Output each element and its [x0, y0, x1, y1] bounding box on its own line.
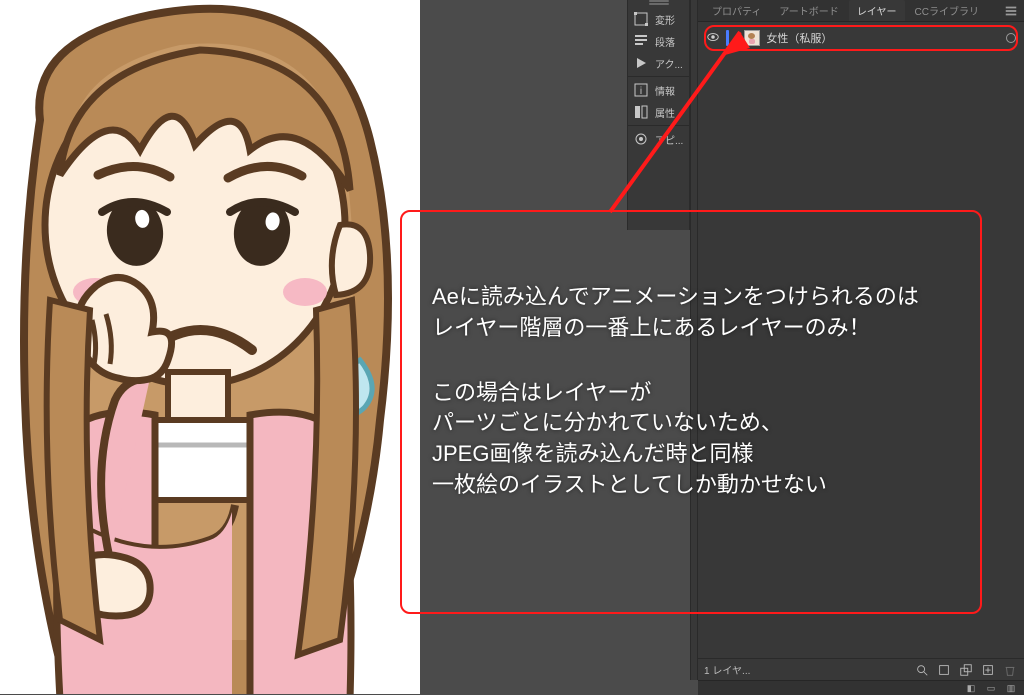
expand-caret-icon[interactable]: ›	[735, 33, 738, 44]
tab-cclibraries[interactable]: CCライブラリ	[907, 0, 987, 21]
panel-tabbar: プロパティ アートボード レイヤー CCライブラリ	[698, 0, 1024, 22]
panel-appearance[interactable]: アピ...	[628, 128, 689, 150]
visibility-eye-icon[interactable]	[706, 30, 720, 47]
make-clip-icon[interactable]	[936, 662, 952, 678]
tab-artboards[interactable]: アートボード	[771, 0, 846, 21]
strip-divider-2	[628, 125, 689, 126]
status-icon-2: ▭	[986, 683, 996, 693]
tab-layers[interactable]: レイヤー	[849, 0, 905, 21]
collapsed-panels-strip: 変形 段落 アク... i 情報 属性 アピ...	[627, 0, 690, 230]
layer-name-label: 女性（私服）	[766, 30, 1000, 46]
locate-object-icon[interactable]	[914, 662, 930, 678]
delete-layer-icon[interactable]	[1002, 662, 1018, 678]
layers-footer: 1 レイヤ...	[698, 658, 1024, 680]
play-icon	[633, 55, 649, 71]
attributes-icon	[633, 104, 649, 120]
annotation-callout: Aeに読み込んでアニメーションをつけられるのは レイヤー階層の一番上にあるレイヤ…	[400, 210, 982, 614]
panel-transform-label: 変形	[655, 12, 675, 27]
character-illustration	[0, 0, 420, 694]
panel-appearance-label: アピ...	[655, 132, 683, 147]
transform-icon	[633, 11, 649, 27]
status-icon-3: ▥	[1006, 683, 1016, 693]
new-sublayer-icon[interactable]	[958, 662, 974, 678]
appearance-icon	[633, 131, 649, 147]
layer-row[interactable]: › 女性（私服）	[706, 27, 1016, 49]
panel-actions[interactable]: アク...	[628, 52, 689, 74]
status-icon-1: ◧	[966, 683, 976, 693]
callout-text-2: この場合はレイヤーが パーツごとに分かれていないため、 JPEG画像を読み込んだ…	[432, 378, 950, 501]
panel-attributes-label: 属性	[655, 105, 675, 120]
artboard	[0, 0, 420, 694]
app-status-bar: ◧ ▭ ▥	[698, 680, 1024, 695]
panel-info[interactable]: i 情報	[628, 79, 689, 101]
layer-target-icon[interactable]	[1006, 33, 1016, 43]
new-layer-icon[interactable]	[980, 662, 996, 678]
panel-paragraph-label: 段落	[655, 34, 675, 49]
panel-transform[interactable]: 変形	[628, 8, 689, 30]
layer-count-label: 1 レイヤ...	[704, 662, 750, 677]
info-icon: i	[633, 82, 649, 98]
layer-thumbnail	[744, 30, 760, 46]
panel-menu-button[interactable]	[1004, 0, 1018, 21]
panel-actions-label: アク...	[655, 56, 683, 71]
svg-text:i: i	[640, 86, 642, 97]
panel-info-label: 情報	[655, 83, 675, 98]
strip-divider	[628, 76, 689, 77]
layers-list: › 女性（私服）	[698, 22, 1024, 56]
tab-properties[interactable]: プロパティ	[704, 0, 769, 21]
layer-color-bar	[726, 30, 729, 46]
panel-attributes[interactable]: 属性	[628, 101, 689, 123]
panel-paragraph[interactable]: 段落	[628, 30, 689, 52]
paragraph-icon	[633, 33, 649, 49]
strip-grip[interactable]	[628, 0, 689, 8]
callout-text-1: Aeに読み込んでアニメーションをつけられるのは レイヤー階層の一番上にあるレイヤ…	[432, 282, 950, 344]
